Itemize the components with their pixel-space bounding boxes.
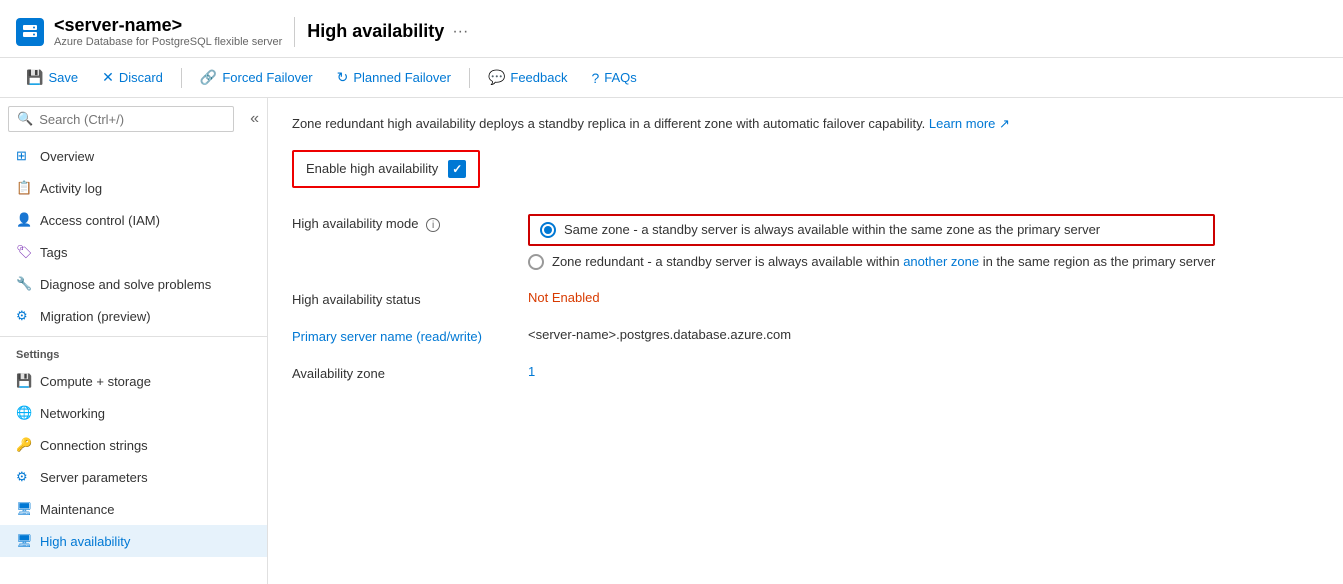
planned-failover-button[interactable]: ↻ Planned Failover <box>327 65 461 90</box>
server-name: <server-name> <box>54 15 282 36</box>
feedback-icon: 💬 <box>488 69 505 86</box>
toolbar: 💾 Save ✕ Discard 🔗 Forced Failover ↻ Pla… <box>0 58 1343 98</box>
toolbar-separator <box>181 68 182 88</box>
collapse-button[interactable]: « <box>242 106 267 132</box>
planned-failover-icon: ↻ <box>337 69 349 86</box>
sidebar-item-tags-label: Tags <box>40 245 67 260</box>
sidebar-item-migration[interactable]: ⚙ Migration (preview) <box>0 300 267 332</box>
radio-same-zone-label: Same zone - a standby server is always a… <box>564 222 1100 237</box>
migration-icon: ⚙ <box>16 308 32 324</box>
sidebar-item-maintenance[interactable]: 🖥 Maintenance <box>0 493 267 525</box>
ha-mode-row: High availability mode i Same zone - a s… <box>292 204 1319 280</box>
search-input[interactable] <box>39 112 225 127</box>
header-divider <box>294 17 295 47</box>
primary-server-value: <server-name>.postgres.database.azure.co… <box>528 327 791 342</box>
sidebar-item-networking[interactable]: 🌐 Networking <box>0 397 267 429</box>
tags-icon: 🏷 <box>16 244 32 260</box>
enable-ha-checkbox[interactable] <box>448 160 466 178</box>
radio-zone-redundant-dot[interactable] <box>528 254 544 270</box>
enable-ha-label: Enable high availability <box>306 161 438 176</box>
sidebar-item-activity-log-label: Activity log <box>40 181 102 196</box>
header-title-group: <server-name> Azure Database for Postgre… <box>54 15 282 48</box>
compute-icon: 💾 <box>16 373 32 389</box>
ha-status-label: High availability status <box>292 290 512 307</box>
sidebar-item-ha-label: High availability <box>40 534 130 549</box>
availability-zone-label: Availability zone <box>292 364 512 381</box>
activity-log-icon: 📋 <box>16 180 32 196</box>
primary-server-label: Primary server name (read/write) <box>292 327 512 344</box>
sidebar-item-high-availability[interactable]: 🖥 High availability <box>0 525 267 557</box>
sidebar-item-compute-label: Compute + storage <box>40 374 151 389</box>
sidebar-item-overview[interactable]: ⊞ Overview <box>0 140 267 172</box>
forced-failover-button[interactable]: 🔗 Forced Failover <box>190 65 323 90</box>
header-subtitle: Azure Database for PostgreSQL flexible s… <box>54 36 282 48</box>
sidebar-item-access-control-label: Access control (IAM) <box>40 213 160 228</box>
sidebar-item-migration-label: Migration (preview) <box>40 309 151 324</box>
top-header: <server-name> Azure Database for Postgre… <box>0 0 1343 58</box>
main-layout: 🔍 « ⊞ Overview 📋 Activity log 👤 Access c… <box>0 98 1343 584</box>
connection-icon: 🔑 <box>16 437 32 453</box>
save-button[interactable]: 💾 Save <box>16 65 88 90</box>
server-icon <box>16 18 44 46</box>
planned-failover-label: Planned Failover <box>353 70 451 85</box>
access-control-icon: 👤 <box>16 212 32 228</box>
sidebar-item-connection-label: Connection strings <box>40 438 148 453</box>
high-availability-icon: 🖥 <box>16 533 32 549</box>
sidebar-item-connection-strings[interactable]: 🔑 Connection strings <box>0 429 267 461</box>
availability-zone-row: Availability zone 1 <box>292 354 1319 391</box>
header-ellipsis[interactable]: ··· <box>452 23 468 41</box>
toolbar-separator-2 <box>469 68 470 88</box>
sidebar-item-networking-label: Networking <box>40 406 105 421</box>
radio-same-zone-dot[interactable] <box>540 222 556 238</box>
sidebar-item-overview-label: Overview <box>40 149 94 164</box>
ha-mode-label: High availability mode i <box>292 214 512 233</box>
save-icon: 💾 <box>26 69 43 86</box>
availability-zone-value: 1 <box>528 364 535 379</box>
radio-zone-redundant-option[interactable]: Zone redundant - a standby server is alw… <box>528 254 1215 270</box>
radio-zone-redundant-label: Zone redundant - a standby server is alw… <box>552 254 1215 269</box>
sidebar: 🔍 « ⊞ Overview 📋 Activity log 👤 Access c… <box>0 98 268 584</box>
save-label: Save <box>48 70 78 85</box>
learn-more-link[interactable]: Learn more ↗ <box>929 116 1010 131</box>
discard-label: Discard <box>119 70 163 85</box>
radio-options: Same zone - a standby server is always a… <box>528 214 1215 270</box>
sidebar-item-activity-log[interactable]: 📋 Activity log <box>0 172 267 204</box>
discard-button[interactable]: ✕ Discard <box>92 65 173 90</box>
primary-server-row: Primary server name (read/write) <server… <box>292 317 1319 354</box>
networking-icon: 🌐 <box>16 405 32 421</box>
sidebar-item-diagnose[interactable]: 🔧 Diagnose and solve problems <box>0 268 267 300</box>
intro-text-body: Zone redundant high availability deploys… <box>292 116 925 131</box>
faqs-label: FAQs <box>604 70 637 85</box>
page-title: High availability <box>307 21 444 42</box>
sidebar-item-maintenance-label: Maintenance <box>40 502 114 517</box>
settings-section-label: Settings <box>0 336 267 365</box>
sidebar-item-diagnose-label: Diagnose and solve problems <box>40 277 211 292</box>
maintenance-icon: 🖥 <box>16 501 32 517</box>
search-box[interactable]: 🔍 <box>8 106 234 132</box>
forced-failover-label: Forced Failover <box>222 70 312 85</box>
search-icon: 🔍 <box>17 111 33 127</box>
sidebar-item-compute-storage[interactable]: 💾 Compute + storage <box>0 365 267 397</box>
enable-ha-box[interactable]: Enable high availability <box>292 150 480 188</box>
ha-mode-info-icon[interactable]: i <box>426 218 440 232</box>
sidebar-item-server-parameters[interactable]: ⚙ Server parameters <box>0 461 267 493</box>
faqs-icon: ? <box>591 70 599 86</box>
ha-status-row: High availability status Not Enabled <box>292 280 1319 317</box>
sidebar-item-access-control[interactable]: 👤 Access control (IAM) <box>0 204 267 236</box>
overview-icon: ⊞ <box>16 148 32 164</box>
content-area: Zone redundant high availability deploys… <box>268 98 1343 584</box>
diagnose-icon: 🔧 <box>16 276 32 292</box>
parameters-icon: ⚙ <box>16 469 32 485</box>
radio-same-zone-box[interactable]: Same zone - a standby server is always a… <box>528 214 1215 246</box>
feedback-button[interactable]: 💬 Feedback <box>478 65 578 90</box>
sidebar-item-tags[interactable]: 🏷 Tags <box>0 236 267 268</box>
intro-text: Zone redundant high availability deploys… <box>292 114 1319 134</box>
faqs-button[interactable]: ? FAQs <box>581 66 646 90</box>
sidebar-item-parameters-label: Server parameters <box>40 470 148 485</box>
discard-icon: ✕ <box>102 69 114 86</box>
ha-status-value: Not Enabled <box>528 290 600 305</box>
forced-failover-icon: 🔗 <box>200 69 217 86</box>
feedback-label: Feedback <box>510 70 567 85</box>
